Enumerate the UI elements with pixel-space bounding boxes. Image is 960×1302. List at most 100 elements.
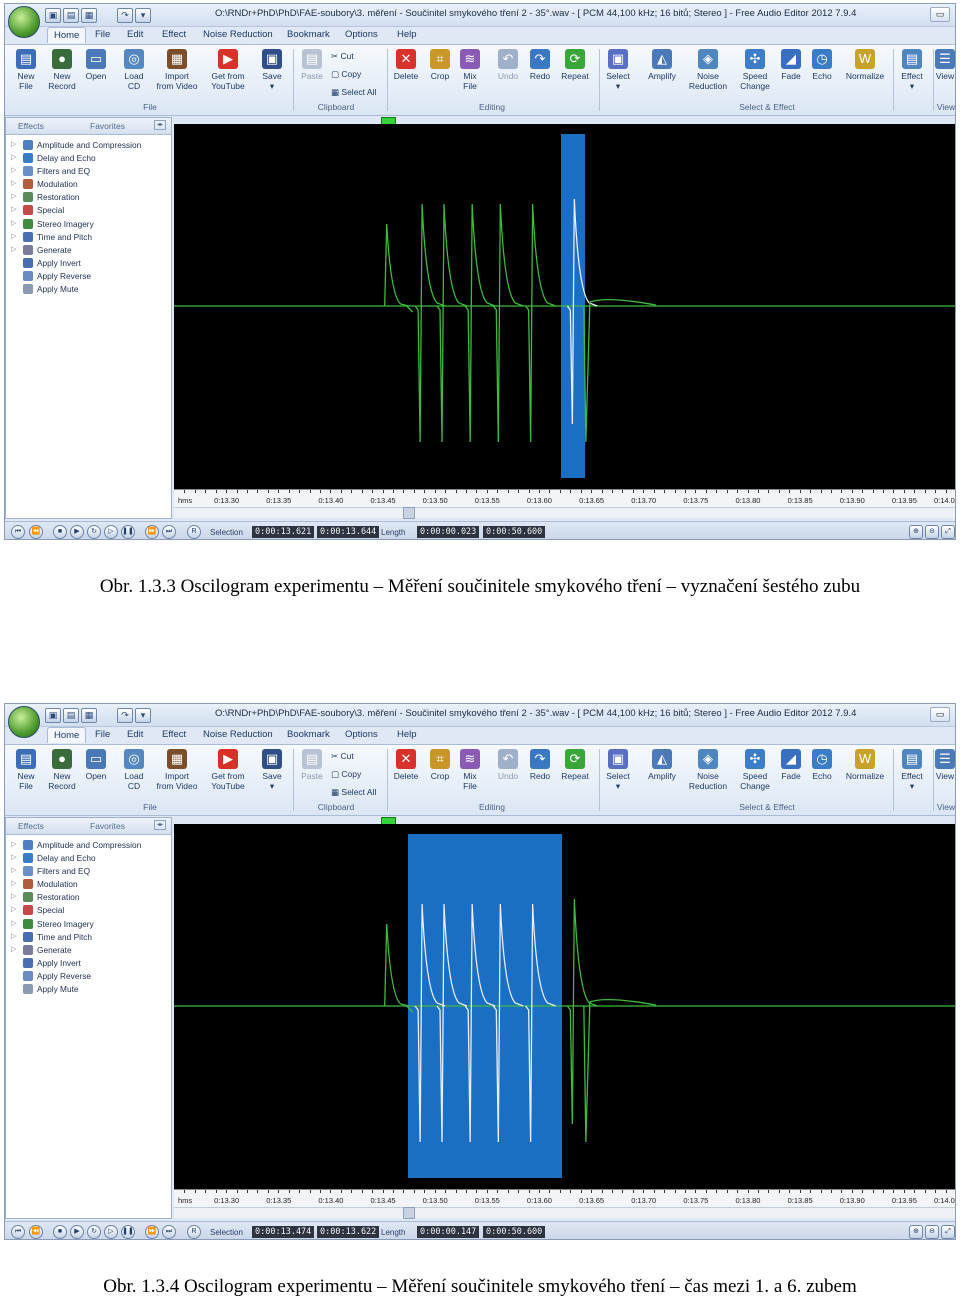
zoom-out-icon[interactable]: ⊖: [925, 525, 939, 539]
effects-tree-item[interactable]: ▷ Generate: [6, 944, 171, 957]
expand-arrow-icon[interactable]: ▷: [11, 866, 16, 874]
selection-end[interactable]: 0:00:13.622: [317, 1226, 380, 1238]
tab-effects[interactable]: Effects: [18, 121, 44, 131]
expand-arrow-icon[interactable]: ▷: [11, 879, 16, 887]
save-button[interactable]: ▣ Save ▾: [253, 49, 291, 91]
cut-button[interactable]: ✂ Cut: [331, 51, 354, 62]
waveform-view[interactable]: [174, 124, 955, 489]
select-button[interactable]: ▣ Select ▾: [599, 749, 637, 791]
selection-start[interactable]: 0:00:13.474: [252, 1226, 315, 1238]
horizontal-scrollbar[interactable]: [174, 1207, 955, 1219]
play-icon[interactable]: ▶: [70, 1225, 84, 1239]
expand-arrow-icon[interactable]: ▷: [11, 205, 16, 213]
normalize-button[interactable]: W Normalize: [841, 49, 889, 81]
noise-reduction-button[interactable]: ◈ Noise Reduction: [685, 49, 731, 91]
amplify-button[interactable]: ◭ Amplify: [643, 49, 681, 81]
effects-tree-item[interactable]: ▷ Amplitude and Compression: [6, 839, 171, 852]
delete-button[interactable]: ✕ Delete: [387, 749, 425, 781]
selection-length[interactable]: 0:00:00.147: [417, 1226, 480, 1238]
stop-icon[interactable]: ■: [53, 1225, 67, 1239]
quick-settings-icon[interactable]: ▾: [135, 708, 151, 723]
menu-noise-reduction[interactable]: Noise Reduction: [203, 29, 273, 40]
menu-home[interactable]: Home: [47, 27, 87, 43]
menu-help[interactable]: Help: [397, 29, 417, 40]
selection-end[interactable]: 0:00:13.644: [317, 526, 380, 538]
go-end-icon[interactable]: ⏭: [162, 525, 176, 539]
select-all-button[interactable]: ▦ Select All: [331, 87, 376, 98]
scroll-thumb[interactable]: [403, 1207, 415, 1219]
time-ruler[interactable]: hms 0:13.30 0:13.35 0:13.40 0:13.45 0:13.50 0:…: [174, 489, 955, 508]
horizontal-scrollbar[interactable]: [174, 507, 955, 519]
import-video-button[interactable]: ▦ Import from Video: [153, 749, 201, 791]
quick-open-icon[interactable]: ▤: [63, 708, 79, 723]
effects-tree-item[interactable]: Apply Reverse: [6, 970, 171, 983]
redo-button[interactable]: ↷ Redo: [521, 749, 559, 781]
zoom-in-icon[interactable]: ⊕: [909, 1225, 923, 1239]
expand-arrow-icon[interactable]: ▷: [11, 166, 16, 174]
tab-favorites[interactable]: Favorites: [90, 821, 125, 831]
menu-bookmark[interactable]: Bookmark: [287, 29, 330, 40]
effects-tree-item[interactable]: ▷ Modulation: [6, 178, 171, 191]
menu-edit[interactable]: Edit: [127, 29, 143, 40]
menu-file[interactable]: File: [95, 729, 110, 740]
effects-tree-item[interactable]: ▷ Time and Pitch: [6, 931, 171, 944]
scroll-thumb[interactable]: [403, 507, 415, 519]
expand-arrow-icon[interactable]: ▷: [11, 179, 16, 187]
effect-button[interactable]: ▤ Effect ▾: [893, 49, 931, 91]
effects-tree-item[interactable]: ▷ Filters and EQ: [6, 865, 171, 878]
mix-file-button[interactable]: ≋ Mix File: [451, 749, 489, 791]
selection-length[interactable]: 0:00:00.023: [417, 526, 480, 538]
repeat-button[interactable]: ⟳ Repeat: [556, 749, 594, 781]
stop-icon[interactable]: ■: [53, 525, 67, 539]
quick-open-icon[interactable]: ▤: [63, 8, 79, 23]
quick-save-icon[interactable]: ▣: [45, 8, 61, 23]
zoom-fit-icon[interactable]: ⤢: [941, 1225, 955, 1239]
pause-icon[interactable]: ❚❚: [121, 1225, 135, 1239]
expand-arrow-icon[interactable]: ▷: [11, 905, 16, 913]
effects-tree-item[interactable]: ▷ Filters and EQ: [6, 165, 171, 178]
copy-button[interactable]: ▢ Copy: [331, 769, 361, 780]
loop-icon[interactable]: ↻: [87, 1225, 101, 1239]
quick-disk-icon[interactable]: ▦: [81, 8, 97, 23]
new-file-button[interactable]: ▤ New File: [7, 49, 45, 91]
effects-tree-item[interactable]: Apply Mute: [6, 283, 171, 296]
tab-effects[interactable]: Effects: [18, 821, 44, 831]
minimize-icon[interactable]: ▭: [930, 7, 950, 22]
select-all-button[interactable]: ▦ Select All: [331, 787, 376, 798]
menu-options[interactable]: Options: [345, 729, 378, 740]
effects-tree-item[interactable]: ▷ Special: [6, 204, 171, 217]
effects-tree-item[interactable]: ▷ Time and Pitch: [6, 231, 171, 244]
youtube-button[interactable]: ▶ Get from YouTube: [207, 49, 249, 91]
rewind-icon[interactable]: ⏪: [29, 1225, 43, 1239]
amplify-button[interactable]: ◭ Amplify: [643, 749, 681, 781]
minimize-icon[interactable]: ▭: [930, 707, 950, 722]
effects-tree-item[interactable]: ▷ Stereo Imagery: [6, 218, 171, 231]
effects-tree-item[interactable]: Apply Reverse: [6, 270, 171, 283]
load-cd-button[interactable]: ◎ Load CD: [115, 49, 153, 91]
panel-pin-icon[interactable]: ◂▸: [154, 820, 166, 830]
waveform-view[interactable]: [174, 824, 955, 1189]
menu-effect[interactable]: Effect: [162, 29, 186, 40]
app-orb-icon[interactable]: [8, 6, 40, 38]
expand-arrow-icon[interactable]: ▷: [11, 245, 16, 253]
expand-arrow-icon[interactable]: ▷: [11, 853, 16, 861]
repeat-button[interactable]: ⟳ Repeat: [556, 49, 594, 81]
select-button[interactable]: ▣ Select ▾: [599, 49, 637, 91]
noise-reduction-button[interactable]: ◈ Noise Reduction: [685, 749, 731, 791]
expand-arrow-icon[interactable]: ▷: [11, 892, 16, 900]
effects-tree-item[interactable]: ▷ Restoration: [6, 891, 171, 904]
view-button[interactable]: ☰ View: [931, 749, 955, 781]
view-button[interactable]: ☰ View: [931, 49, 955, 81]
pause-icon[interactable]: ❚❚: [121, 525, 135, 539]
go-start-icon[interactable]: ⏮: [11, 1225, 25, 1239]
quick-redo-icon[interactable]: ↷: [117, 8, 133, 23]
effects-tree-item[interactable]: ▷ Delay and Echo: [6, 152, 171, 165]
quick-redo-icon[interactable]: ↷: [117, 708, 133, 723]
record-button-icon[interactable]: R: [187, 1225, 201, 1239]
effects-tree-item[interactable]: ▷ Modulation: [6, 878, 171, 891]
record-button-icon[interactable]: R: [187, 525, 201, 539]
effect-button[interactable]: ▤ Effect ▾: [893, 749, 931, 791]
new-file-button[interactable]: ▤ New File: [7, 749, 45, 791]
expand-arrow-icon[interactable]: ▷: [11, 140, 16, 148]
fast-forward-icon[interactable]: ⏩: [145, 525, 159, 539]
